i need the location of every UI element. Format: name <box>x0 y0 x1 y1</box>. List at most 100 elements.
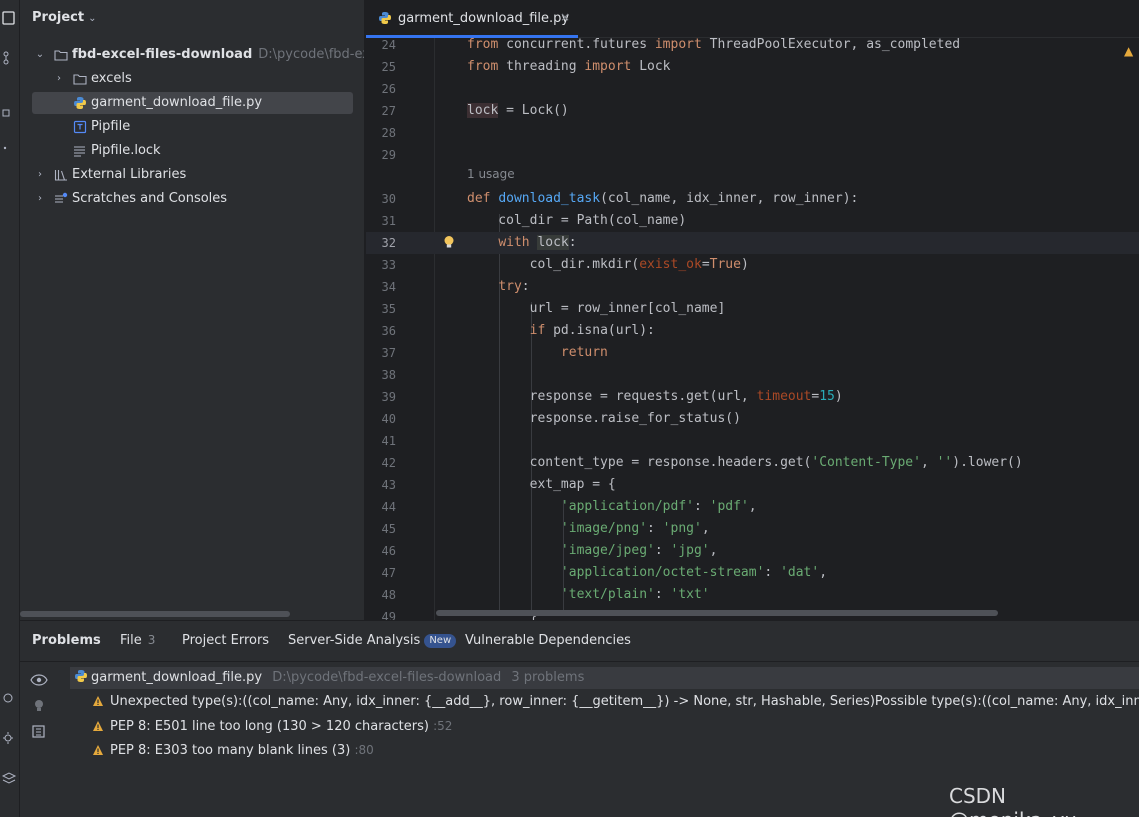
code-text[interactable]: col_dir.mkdir(exist_ok=True) <box>467 254 749 276</box>
line-number[interactable]: 44 <box>366 496 396 518</box>
horizontal-scrollbar[interactable] <box>20 611 290 617</box>
code-line[interactable]: 35 url = row_inner[col_name] <box>366 298 1139 320</box>
code-line[interactable]: 37 return <box>366 342 1139 364</box>
chevron-down-icon[interactable]: ⌄ <box>34 44 46 66</box>
line-number[interactable]: 26 <box>366 78 396 100</box>
code-text[interactable]: lock = Lock() <box>467 100 569 122</box>
structure-icon[interactable] <box>2 105 18 121</box>
code-line[interactable]: 32 with lock: <box>366 232 1139 254</box>
code-line[interactable]: 25 from threading import Lock <box>366 56 1139 78</box>
tree-item-scratches[interactable]: › Scratches and Consoles <box>20 188 364 210</box>
code-line[interactable]: 39 response = requests.get(url, timeout=… <box>366 386 1139 408</box>
line-number[interactable]: 45 <box>366 518 396 540</box>
code-text[interactable]: with lock: <box>467 232 577 254</box>
tree-item-project-root[interactable]: ⌄ fbd-excel-files-download D:\pycode\fbd-… <box>20 44 364 66</box>
usage-hint[interactable]: 1 usage <box>467 167 515 181</box>
code-line[interactable]: 24 from concurrent.futures import ThreadP… <box>366 34 1139 56</box>
code-text[interactable]: ext_map = { <box>467 474 616 496</box>
line-number[interactable]: 28 <box>366 122 396 144</box>
code-line[interactable]: 48 'text/plain': 'txt' <box>366 584 1139 606</box>
horizontal-scrollbar[interactable] <box>436 610 998 616</box>
code-line[interactable]: 38 <box>366 364 1139 386</box>
code-line[interactable]: 43 ext_map = { <box>366 474 1139 496</box>
code-text[interactable]: url = row_inner[col_name] <box>467 298 726 320</box>
chevron-down-icon[interactable]: ⌄ <box>88 13 96 24</box>
chevron-right-icon[interactable]: › <box>34 188 46 210</box>
code-line[interactable]: 26 <box>366 78 1139 100</box>
code-line[interactable]: 44 'application/pdf': 'pdf', <box>366 496 1139 518</box>
line-number[interactable]: 38 <box>366 364 396 386</box>
tree-item-garment-file[interactable]: garment_download_file.py <box>32 92 353 114</box>
code-text[interactable]: from threading import Lock <box>467 56 671 78</box>
code-line[interactable]: 40 response.raise_for_status() <box>366 408 1139 430</box>
lightbulb-icon[interactable] <box>443 235 455 249</box>
code-line[interactable]: 33 col_dir.mkdir(exist_ok=True) <box>366 254 1139 276</box>
line-number[interactable]: 47 <box>366 562 396 584</box>
code-line[interactable]: 41 <box>366 430 1139 452</box>
line-number[interactable]: 37 <box>366 342 396 364</box>
line-number[interactable]: 35 <box>366 298 396 320</box>
code-text[interactable]: def download_task(col_name, idx_inner, r… <box>467 188 858 210</box>
line-number[interactable]: 42 <box>366 452 396 474</box>
chevron-right-icon[interactable]: › <box>34 164 46 186</box>
code-text[interactable]: 'application/pdf': 'pdf', <box>467 496 757 518</box>
tab-garment-download-file[interactable]: garment_download_file.py × <box>366 0 578 38</box>
layers-icon[interactable] <box>2 770 18 786</box>
line-number[interactable]: 41 <box>366 430 396 452</box>
lightbulb-icon[interactable] <box>30 697 48 715</box>
line-number[interactable]: 43 <box>366 474 396 496</box>
tab-problems[interactable]: Problems <box>32 633 101 648</box>
services-icon[interactable] <box>2 730 18 746</box>
project-pane-title[interactable]: Project ⌄ <box>32 10 96 25</box>
line-number[interactable]: 30 <box>366 188 396 210</box>
more-tools-icon[interactable] <box>2 140 18 156</box>
chevron-right-icon[interactable]: › <box>53 68 65 90</box>
code-text[interactable]: content_type = response.headers.get('Con… <box>467 452 1023 474</box>
line-number[interactable]: 34 <box>366 276 396 298</box>
code-line[interactable]: 29 <box>366 144 1139 166</box>
code-text[interactable]: response.raise_for_status() <box>467 408 741 430</box>
code-text[interactable]: try: <box>467 276 529 298</box>
close-icon[interactable]: × <box>560 10 570 24</box>
code-editor[interactable]: garment_download_file.py × ▲ 24 from conc… <box>366 0 1139 620</box>
python-packages-icon[interactable] <box>2 690 18 706</box>
line-number[interactable]: 46 <box>366 540 396 562</box>
code-line[interactable]: 46 'image/jpeg': 'jpg', <box>366 540 1139 562</box>
code-line[interactable]: 28 <box>366 122 1139 144</box>
line-number[interactable]: 31 <box>366 210 396 232</box>
problem-item[interactable]: PEP 8: E303 too many blank lines (3) :80 <box>92 739 374 761</box>
problems-file-row[interactable]: garment_download_file.py D:\pycode\fbd-e… <box>70 667 1139 689</box>
code-line[interactable]: 42 content_type = response.headers.get('… <box>366 452 1139 474</box>
code-text[interactable]: from concurrent.futures import ThreadPoo… <box>467 34 960 56</box>
code-line[interactable]: 31 col_dir = Path(col_name) <box>366 210 1139 232</box>
code-text[interactable]: col_dir = Path(col_name) <box>467 210 686 232</box>
tab-vulnerable-dependencies[interactable]: Vulnerable Dependencies <box>465 633 631 648</box>
preview-icon[interactable] <box>30 723 48 741</box>
line-number[interactable]: 29 <box>366 144 396 166</box>
line-number[interactable]: 36 <box>366 320 396 342</box>
line-number[interactable]: 49 <box>366 606 396 620</box>
code-line[interactable]: 27 lock = Lock() <box>366 100 1139 122</box>
eye-icon[interactable] <box>30 671 48 689</box>
line-number[interactable]: 24 <box>366 34 396 56</box>
line-number[interactable]: 48 <box>366 584 396 606</box>
line-number[interactable]: 39 <box>366 386 396 408</box>
code-text[interactable]: 'image/png': 'png', <box>467 518 710 540</box>
project-view-icon[interactable] <box>2 10 18 26</box>
tree-item-excels[interactable]: › excels <box>20 68 364 90</box>
line-number[interactable]: 25 <box>366 56 396 78</box>
code-text[interactable]: return <box>467 342 608 364</box>
code-text[interactable]: 'application/octet-stream': 'dat', <box>467 562 827 584</box>
code-line[interactable]: 30 def download_task(col_name, idx_inner,… <box>366 188 1139 210</box>
line-number[interactable]: 40 <box>366 408 396 430</box>
code-text[interactable]: 'text/plain': 'txt' <box>467 584 710 606</box>
tab-project-errors[interactable]: Project Errors <box>182 633 269 648</box>
line-number[interactable]: 33 <box>366 254 396 276</box>
tab-server-side-analysis[interactable]: Server-Side Analysis New <box>288 633 457 648</box>
tab-file[interactable]: File 3 <box>120 633 155 648</box>
tree-item-external-libraries[interactable]: › External Libraries <box>20 164 364 186</box>
code-text[interactable]: response = requests.get(url, timeout=15) <box>467 386 843 408</box>
vcs-icon[interactable] <box>2 50 18 66</box>
code-line[interactable]: 36 if pd.isna(url): <box>366 320 1139 342</box>
line-number[interactable]: 32 <box>366 232 396 254</box>
